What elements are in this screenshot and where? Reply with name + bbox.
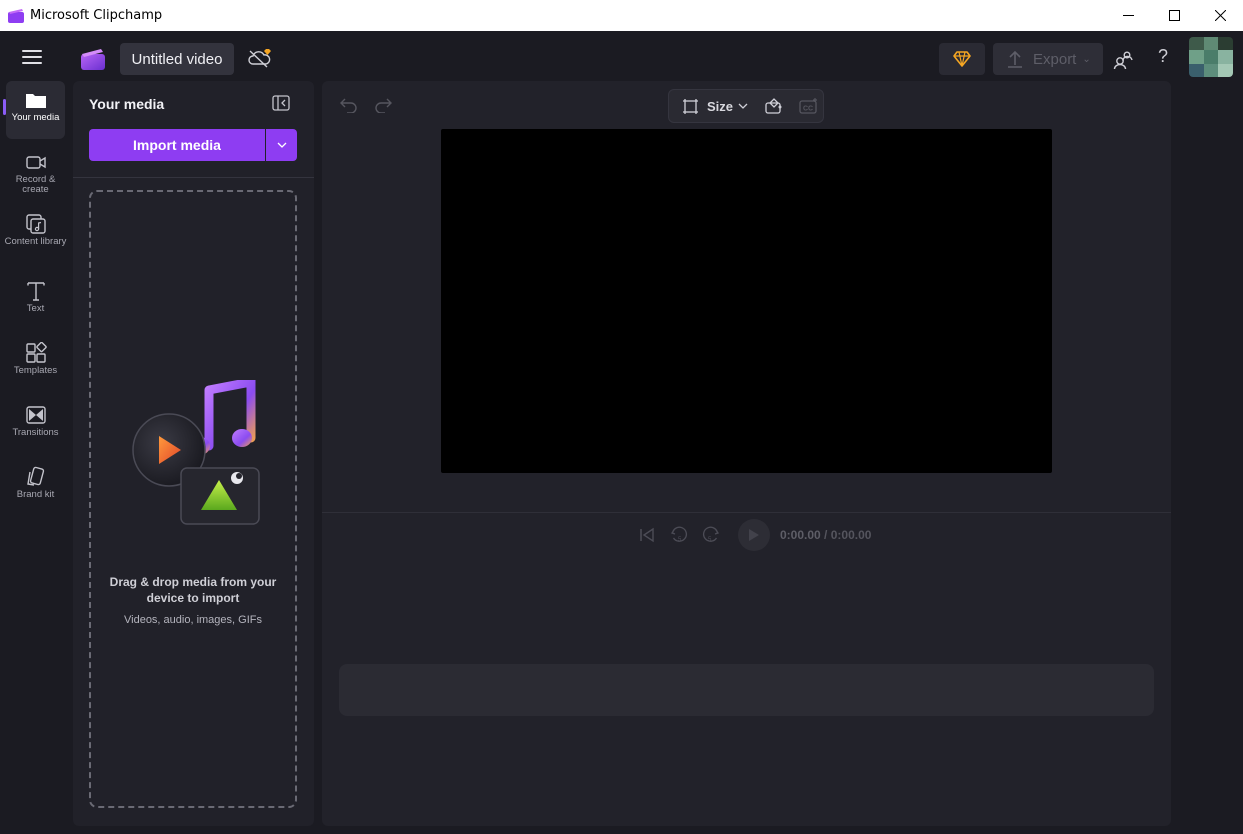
- time-separator: /: [820, 528, 831, 542]
- aspect-ratio-icon[interactable]: [682, 98, 699, 115]
- dropzone-title: Drag & drop media from your device to im…: [109, 575, 277, 605]
- playback-controls: 5 5 0:00.00 / 0:00.00: [638, 519, 871, 551]
- menu-button[interactable]: [22, 50, 42, 64]
- svg-text:CC: CC: [803, 106, 813, 113]
- diamond-icon: [953, 51, 971, 67]
- preview-divider: [322, 512, 1171, 513]
- current-time: 0:00.00: [780, 528, 821, 542]
- media-panel: Your media Import media Drag & drop medi…: [73, 81, 314, 826]
- minimize-icon: [1122, 15, 1134, 16]
- size-dropdown[interactable]: Size: [707, 99, 733, 114]
- play-icon: [749, 529, 759, 541]
- media-panel-title: Your media: [89, 96, 165, 112]
- media-dropzone[interactable]: Drag & drop media from your device to im…: [89, 190, 297, 808]
- play-button[interactable]: [738, 519, 770, 551]
- skip-to-start-icon[interactable]: [638, 526, 656, 544]
- undo-icon[interactable]: [340, 97, 358, 113]
- library-icon: [25, 214, 46, 234]
- nav-label: Transitions: [12, 427, 59, 438]
- playback-time: 0:00.00 / 0:00.00: [780, 528, 871, 542]
- timeline-track[interactable]: [339, 664, 1154, 716]
- dropzone-subtitle: Videos, audio, images, GIFs: [124, 614, 262, 626]
- transitions-icon: [25, 406, 46, 424]
- cloud-sync-off-icon[interactable]: [247, 47, 273, 69]
- media-illustration-icon: [132, 380, 260, 525]
- rewind-seconds-label: 5: [678, 537, 682, 543]
- nav-brand-kit[interactable]: Brand kit: [6, 458, 65, 516]
- help-button[interactable]: ?: [1153, 46, 1173, 70]
- premium-button[interactable]: [939, 43, 985, 75]
- upload-icon: [1008, 50, 1022, 68]
- import-media-button[interactable]: Import media: [89, 129, 265, 161]
- app-header: Untitled video Export ⌄ ?: [0, 31, 1243, 80]
- nav-your-media[interactable]: Your media: [6, 81, 65, 139]
- brand-kit-icon: [26, 466, 44, 486]
- nav-templates[interactable]: Templates: [6, 334, 65, 392]
- redo-icon[interactable]: [374, 97, 392, 113]
- chevron-down-icon: [738, 103, 748, 109]
- canvas-toolbar: Size CC: [668, 89, 824, 123]
- chevron-down-icon: [277, 142, 286, 148]
- minimize-button[interactable]: [1105, 0, 1151, 31]
- window-title: Microsoft Clipchamp: [30, 8, 163, 23]
- import-options-dropdown[interactable]: [266, 129, 297, 161]
- hamburger-line: [22, 56, 42, 58]
- export-button[interactable]: Export ⌄: [993, 43, 1103, 75]
- nav-label: Templates: [13, 365, 58, 376]
- window-title-bar: Microsoft Clipchamp: [0, 0, 1243, 31]
- text-icon: [26, 282, 45, 301]
- nav-text[interactable]: Text: [6, 272, 65, 330]
- left-navigation-rail: Your media Record & create Content libra…: [0, 80, 72, 834]
- total-time: 0:00.00: [830, 528, 872, 542]
- export-label: Export: [1033, 50, 1077, 68]
- nav-label: Text: [26, 303, 45, 314]
- maximize-icon: [1168, 10, 1180, 21]
- nav-label: Content library: [4, 236, 67, 247]
- chevron-down-icon: ⌄: [1082, 53, 1091, 65]
- share-people-icon[interactable]: [1113, 50, 1133, 70]
- close-button[interactable]: [1197, 0, 1243, 31]
- nav-content-library[interactable]: Content library: [4, 205, 67, 263]
- video-preview-canvas[interactable]: [441, 129, 1052, 473]
- panel-divider: [73, 177, 314, 178]
- close-icon: [1214, 10, 1226, 21]
- collapse-panel-icon[interactable]: [272, 95, 290, 111]
- clipchamp-logo-icon: [81, 49, 105, 70]
- templates-icon: [25, 342, 47, 363]
- clipchamp-app-icon: [8, 8, 24, 23]
- forward-5-seconds-icon[interactable]: 5: [702, 526, 720, 544]
- nav-label: Record & create: [15, 174, 56, 195]
- forward-seconds-label: 5: [708, 537, 712, 543]
- hamburger-icon: [22, 50, 42, 52]
- avatar[interactable]: [1189, 37, 1233, 77]
- project-title-field[interactable]: Untitled video: [120, 43, 234, 75]
- folder-icon: [25, 94, 46, 108]
- nav-label: Your media: [11, 112, 60, 123]
- captions-icon[interactable]: CC: [799, 97, 819, 115]
- hamburger-line: [22, 62, 42, 64]
- nav-transitions[interactable]: Transitions: [6, 396, 65, 454]
- maximize-button[interactable]: [1151, 0, 1197, 31]
- nav-label: Brand kit: [16, 489, 55, 500]
- preview-panel: Size CC 5 5 0:00.00 / 0:00.00: [322, 81, 1171, 826]
- fill-background-icon[interactable]: [764, 97, 784, 115]
- rewind-5-seconds-icon[interactable]: 5: [670, 526, 688, 544]
- camera-icon: [25, 156, 46, 169]
- nav-record-create[interactable]: Record & create: [6, 143, 65, 201]
